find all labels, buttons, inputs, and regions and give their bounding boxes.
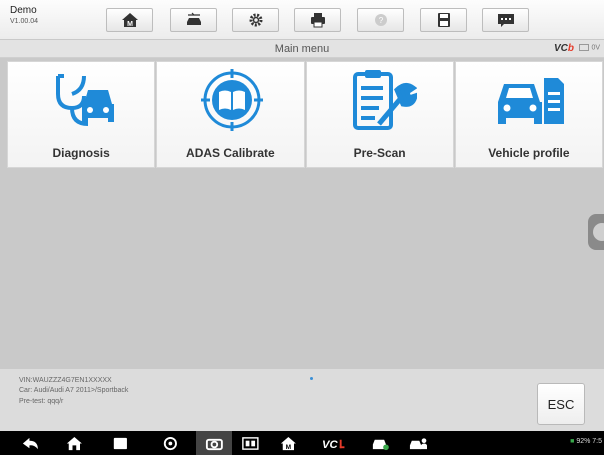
floating-assist-button[interactable] [588,214,604,250]
book-target-icon [201,69,264,131]
notification-icon: ■ [570,438,575,445]
app-version: V1.00.04 [10,18,39,25]
svg-text:M: M [285,444,291,451]
vehicle-swap-button[interactable] [170,8,217,32]
top-toolbar: Demo V1.00.04 M ? [0,0,604,40]
app-name: Demo [10,5,37,16]
maxisys-home-icon: M [280,436,296,451]
screen-tool-button[interactable] [238,435,262,451]
car-text: Car: Audi/Audi A7 2011>/Sportback [19,387,129,394]
recent-apps-button[interactable] [108,435,132,451]
settings-button[interactable] [232,8,279,32]
system-status: ■ 92% 7:5 [570,438,602,445]
home-icon: M [121,13,138,28]
stethoscope-car-icon [56,74,114,126]
vehicle-info-footer: VIN:WAUZZZ4G7EN1XXXXX Car: Audi/Audi A7 … [0,369,604,431]
back-button[interactable] [18,435,42,451]
title-bar: Main menu VCb 0V [0,40,604,58]
home-button[interactable]: M [106,8,153,32]
voltage-indicator: 0V [579,44,600,51]
vehicle-nav-button[interactable] [368,435,392,451]
gear-icon [249,13,262,27]
navigation-bar: M VC ■ 92% 7:5 [0,431,604,455]
vin-text: VIN:WAUZZZ4G7EN1XXXXX [19,377,112,384]
page-indicator [310,377,313,380]
tile-label-diagnosis: Diagnosis [52,146,110,160]
tile-diagnosis[interactable]: Diagnosis [7,61,156,168]
shop-manager-button[interactable] [406,435,430,451]
shop-manager-icon [409,437,428,449]
floating-button-dot [593,223,604,241]
recent-apps-icon [113,437,127,449]
tile-label-vehicle-profile: Vehicle profile [488,146,570,160]
vehicle-nav-icon [372,439,389,450]
car-document-icon [497,78,564,124]
camera-icon [205,438,223,450]
svg-text:?: ? [378,16,383,25]
function-tiles: Diagnosis ADAS Calibrate Pre-Scan Vehicl… [7,61,604,168]
camera-button[interactable] [196,431,232,455]
svg-text:M: M [127,21,133,28]
save-button[interactable] [420,8,467,32]
print-button[interactable] [294,8,341,32]
page-title: Main menu [274,43,330,55]
vci-button[interactable]: VC [318,435,348,451]
browser-icon [163,436,177,450]
tile-pre-scan[interactable]: Pre-Scan [305,61,454,168]
browser-button[interactable] [158,435,182,451]
tile-adas-calibrate[interactable]: ADAS Calibrate [156,61,305,168]
message-button[interactable] [482,8,529,32]
save-icon [437,13,450,27]
vci-icon: VC [322,439,345,451]
help-button[interactable]: ? [357,8,404,32]
tile-vehicle-profile[interactable]: Vehicle profile [454,61,603,168]
help-icon: ? [374,14,387,26]
vci-status: VCb [553,43,574,54]
home-nav-button[interactable] [62,435,86,451]
esc-button[interactable]: ESC [537,383,585,425]
battery-icon [579,44,590,51]
chat-icon [497,14,514,27]
clipboard-wrench-icon [352,70,417,130]
printer-icon [310,13,325,28]
vehicle-swap-icon [186,12,201,25]
house-icon [66,436,82,450]
maxisys-home-button[interactable]: M [276,435,300,451]
back-icon [22,437,38,449]
tile-label-adas: ADAS Calibrate [186,146,275,160]
svg-text:VC: VC [322,439,339,451]
tile-label-pre-scan: Pre-Scan [353,146,406,160]
screen-tool-icon [241,436,259,450]
status-text: 92% 7:5 [576,438,602,445]
pretest-text: Pre-test: qqq/r [19,398,64,405]
